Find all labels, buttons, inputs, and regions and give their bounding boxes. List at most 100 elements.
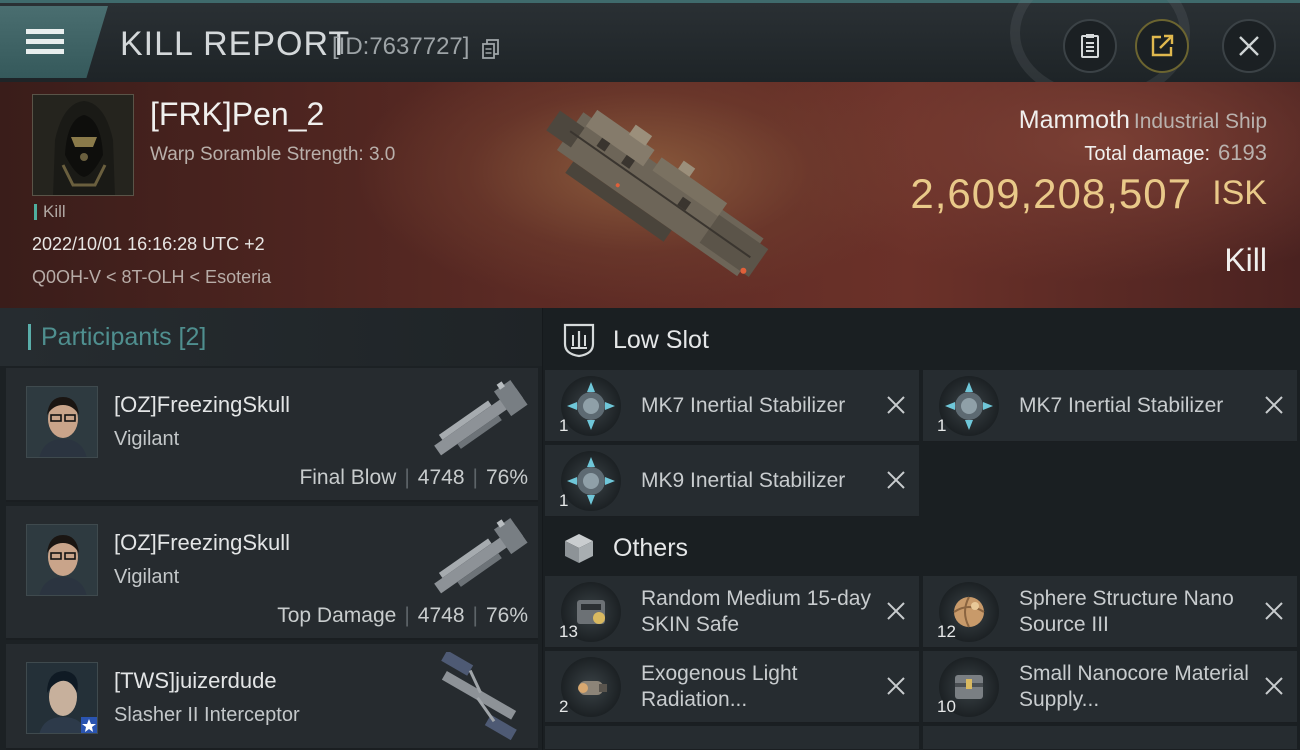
share-icon xyxy=(1151,34,1174,57)
menu-button[interactable] xyxy=(0,6,108,78)
participants-header: Participants [2] xyxy=(0,308,542,366)
participant-avatar[interactable] xyxy=(26,524,98,596)
fitting-panel: Low Slot 1 MK7 Inertial Stabilizer 1 MK7… xyxy=(543,308,1300,750)
inertial-stabilizer-icon xyxy=(561,451,621,511)
participant-ship: Slasher II Interceptor xyxy=(114,704,300,726)
participant-name[interactable]: [OZ]FreezingSkull xyxy=(114,392,290,418)
total-damage: Total damage: 6193 xyxy=(1084,140,1267,166)
destroyed-x-icon xyxy=(887,677,905,695)
participant-avatar[interactable] xyxy=(26,386,98,458)
cargo-item[interactable]: 2 Exogenous Light Radiation... xyxy=(545,651,919,723)
destroyed-x-icon xyxy=(1265,602,1283,620)
clipboard-button[interactable] xyxy=(1063,19,1117,73)
destroyed-x-icon xyxy=(887,396,905,414)
item-quantity: 2 xyxy=(559,697,569,716)
kill-id: [ID:7637727] xyxy=(332,33,470,60)
participant-stats: Final Blow | 4748 | 76% xyxy=(299,466,528,489)
participants-title: Participants [2] xyxy=(28,324,206,350)
fitting-item[interactable]: 1 MK7 Inertial Stabilizer xyxy=(545,370,919,442)
fitting-item[interactable]: 1 MK7 Inertial Stabilizer xyxy=(923,370,1297,442)
vigilant-ship-icon xyxy=(434,518,528,594)
destroyed-x-icon xyxy=(1265,396,1283,414)
warp-scramble-strength: Warp Soramble Strength: 3.0 xyxy=(150,144,396,165)
inertial-stabilizer-icon xyxy=(939,376,999,436)
close-button[interactable] xyxy=(1222,19,1276,73)
inertial-stabilizer-icon xyxy=(561,376,621,436)
hooded-figure-icon xyxy=(33,95,133,195)
hamburger-icon xyxy=(26,29,64,54)
participant-damage: 4748 xyxy=(417,466,465,489)
victim-name[interactable]: [FRK]Pen_2 xyxy=(150,96,324,133)
vigilant-ship-icon xyxy=(434,380,528,456)
participant-ship: Vigilant xyxy=(114,566,180,588)
result-label: Kill xyxy=(1224,242,1267,278)
item-name: Exogenous Light Radiation... xyxy=(641,662,798,711)
item-quantity: 12 xyxy=(937,622,956,641)
ship-type: Mammoth xyxy=(1018,106,1130,134)
cargo-item[interactable]: 10 Small Nanocore Material Supply... xyxy=(923,651,1297,723)
low-slot-header: Low Slot xyxy=(543,310,1300,370)
destroyed-x-icon xyxy=(1265,677,1283,695)
low-slot-icon xyxy=(563,323,595,358)
participant-damage: 4748 xyxy=(417,604,465,627)
item-name: Random Medium 15-day SKIN Safe xyxy=(641,587,871,636)
participant-percent: 76% xyxy=(485,466,528,489)
item-name: Sphere Structure Nano Source III xyxy=(1019,587,1234,636)
isk-unit: ISK xyxy=(1212,174,1267,212)
participant-percent: 76% xyxy=(485,604,528,627)
participant-role: Final Blow xyxy=(299,466,397,489)
participant-avatar[interactable] xyxy=(26,662,98,734)
slasher-ship-icon xyxy=(441,652,517,741)
participant-card[interactable]: [OZ]FreezingSkull Vigilant Top Damage | 47… xyxy=(6,506,538,640)
item-quantity: 13 xyxy=(559,622,578,641)
destroyed-x-icon xyxy=(887,602,905,620)
participant-name[interactable]: [OZ]FreezingSkull xyxy=(114,530,290,556)
copy-icon[interactable] xyxy=(482,39,500,59)
item-quantity: 1 xyxy=(559,416,569,435)
ship-image[interactable] xyxy=(510,88,800,298)
close-icon xyxy=(1239,36,1259,56)
participant-name[interactable]: [TWS]juizerdude xyxy=(114,668,277,694)
cargo-item[interactable]: 12 Sphere Structure Nano Source III xyxy=(923,576,1297,648)
cargo-box-icon xyxy=(565,534,593,563)
isk-value: 2,609,208,507 xyxy=(910,170,1192,217)
pilot-portrait-icon xyxy=(27,525,97,595)
pilot-portrait-icon xyxy=(27,387,97,457)
total-damage-value: 6193 xyxy=(1218,140,1267,165)
kill-banner: [FRK]Pen_2 Warp Soramble Strength: 3.0 K… xyxy=(0,82,1300,308)
participant-card[interactable]: [TWS]juizerdude Slasher II Interceptor xyxy=(6,644,538,750)
cargo-item-partial[interactable] xyxy=(923,726,1297,750)
item-name: MK7 Inertial Stabilizer xyxy=(1019,394,1224,417)
participants-panel: Participants [2] [OZ]FreezingSkull Vigil… xyxy=(0,308,542,750)
participant-ship: Vigilant xyxy=(114,428,180,450)
radiation-source-icon xyxy=(561,657,621,717)
cargo-item-partial[interactable] xyxy=(545,726,919,750)
page-title: KILL REPORT xyxy=(120,25,351,63)
item-name: Small Nanocore Material Supply... xyxy=(1019,662,1249,711)
clipboard-icon xyxy=(1081,34,1099,58)
low-slot-title: Low Slot xyxy=(613,325,709,354)
victim-avatar[interactable] xyxy=(32,94,134,196)
item-name: MK9 Inertial Stabilizer xyxy=(641,469,846,492)
item-name: MK7 Inertial Stabilizer xyxy=(641,394,846,417)
title-bar: KILL REPORT [ID:7637727] xyxy=(0,0,1300,103)
destroyed-x-icon xyxy=(887,471,905,489)
participant-stats: Top Damage | 4748 | 76% xyxy=(277,604,528,627)
item-quantity: 10 xyxy=(937,697,956,716)
ship-name[interactable]: Mammoth Industrial Ship xyxy=(1019,106,1267,135)
pilot-portrait-icon xyxy=(27,663,97,733)
kill-timestamp: 2022/10/01 16:16:28 UTC +2 xyxy=(32,234,265,254)
participant-role: Top Damage xyxy=(277,604,397,627)
ship-class: Industrial Ship xyxy=(1133,110,1267,133)
kill-location[interactable]: Q0OH-V < 8T-OLH < Esoteria xyxy=(32,267,271,288)
others-header: Others xyxy=(543,518,1300,578)
share-button[interactable] xyxy=(1135,19,1189,73)
kill-tag: Kill xyxy=(34,203,66,220)
total-damage-label: Total damage: xyxy=(1084,143,1211,165)
cargo-item[interactable]: 13 Random Medium 15-day SKIN Safe xyxy=(545,576,919,648)
participant-card[interactable]: [OZ]FreezingSkull Vigilant Final Blow | 47… xyxy=(6,368,538,502)
item-quantity: 1 xyxy=(559,491,569,510)
item-quantity: 1 xyxy=(937,416,947,435)
fitting-item[interactable]: 1 MK9 Inertial Stabilizer xyxy=(545,445,919,517)
others-title: Others xyxy=(613,533,689,562)
